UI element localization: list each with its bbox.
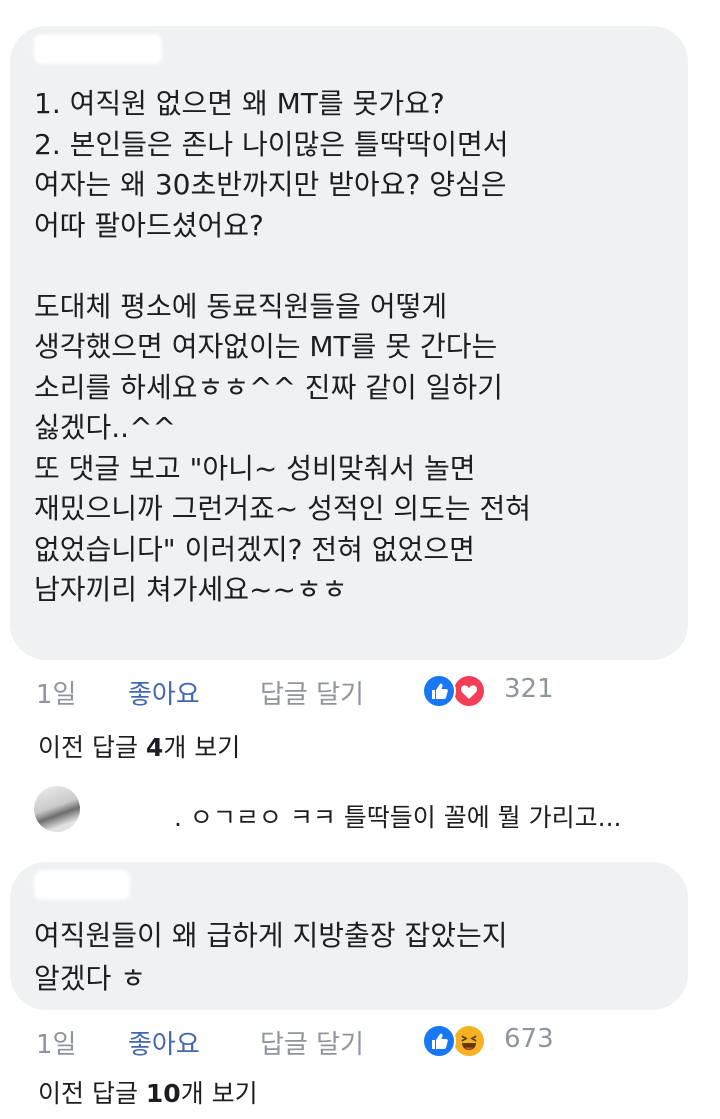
comment-timestamp[interactable]: 1일 bbox=[36, 674, 76, 711]
comment-text: 여직원들이 왜 급하게 지방출장 잡았는지 알겠다 ㅎ bbox=[34, 919, 508, 995]
view-previous-replies-link[interactable]: 이전 답글 10개 보기 bbox=[38, 1074, 258, 1110]
comment-bubble: 여직원들이 왜 급하게 지방출장 잡았는지 알겠다 ㅎ bbox=[10, 862, 688, 1010]
love-icon bbox=[452, 674, 486, 708]
reply-count: 4 bbox=[145, 733, 164, 762]
reply-button[interactable]: 답글 달기 bbox=[260, 1024, 364, 1061]
reply-button[interactable]: 답글 달기 bbox=[260, 674, 364, 711]
avatar[interactable] bbox=[34, 786, 80, 832]
reply-preview-text: . ㅇㄱㄹㅇ ㅋㅋ 틀딱들이 꼴에 뭘 가리고... bbox=[174, 803, 622, 832]
redacted-author-name bbox=[34, 34, 162, 64]
view-previous-replies-link[interactable]: 이전 답글 4개 보기 bbox=[38, 728, 240, 764]
reaction-count[interactable]: 321 bbox=[504, 674, 554, 704]
reply-preview[interactable]: . ㅇㄱㄹㅇ ㅋㅋ 틀딱들이 꼴에 뭘 가리고... bbox=[34, 786, 694, 836]
reply-count: 10 bbox=[145, 1079, 181, 1108]
like-icon bbox=[422, 1024, 456, 1058]
like-button[interactable]: 좋아요 bbox=[128, 674, 200, 711]
haha-icon bbox=[452, 1024, 486, 1058]
comment-bubble: 1. 여직원 없으면 왜 MT를 못가요? 2. 본인들은 존나 나이많은 틀딱… bbox=[10, 26, 688, 660]
like-button[interactable]: 좋아요 bbox=[128, 1024, 200, 1061]
like-icon bbox=[422, 674, 456, 708]
reactions-summary[interactable] bbox=[422, 670, 492, 708]
reactions-summary[interactable] bbox=[422, 1020, 492, 1058]
comment-timestamp[interactable]: 1일 bbox=[36, 1024, 76, 1061]
redacted-author-name bbox=[34, 870, 130, 900]
comment-text: 1. 여직원 없으면 왜 MT를 못가요? 2. 본인들은 존나 나이많은 틀딱… bbox=[34, 87, 531, 606]
reaction-count[interactable]: 673 bbox=[504, 1024, 554, 1054]
